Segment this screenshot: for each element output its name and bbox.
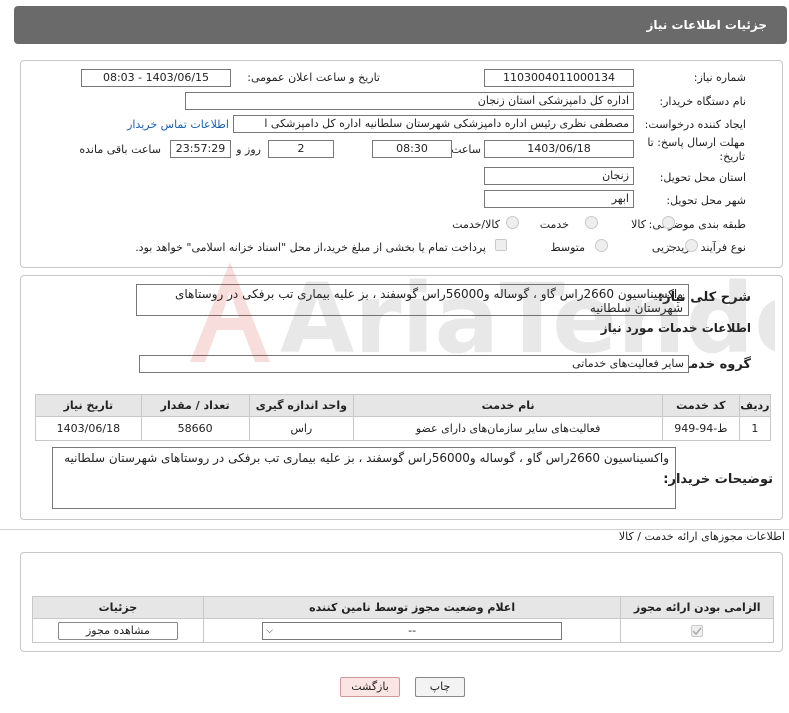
time-label: ساعت <box>451 143 481 156</box>
row-service-name: فعالیت‌های سایر سازمان‌های دارای عضو <box>353 416 663 441</box>
services-table-header: ردیف کد خدمت نام خدمت واحد اندازه گیری ت… <box>35 394 772 417</box>
col-permit-status: اعلام وضعیت مجوز توسط نامین کننده <box>202 596 622 619</box>
deadline-date-field: 1403/06/18 <box>484 140 634 158</box>
category-goods-label: کالا <box>631 218 646 231</box>
summary-textarea[interactable]: واکسیناسیون 2660راس گاو ، گوساله و56000ر… <box>136 284 689 316</box>
col-service-name: نام خدمت <box>353 394 663 417</box>
announce-field: 1403/06/15 - 08:03 <box>81 69 231 87</box>
table-row: -- ⌵ مشاهده مجوز <box>32 618 774 643</box>
col-unit: واحد اندازه گیری <box>248 394 355 417</box>
col-row: ردیف <box>738 394 772 417</box>
process-medium-label: متوسط <box>550 241 585 254</box>
service-group-field: سایر فعالیت‌های خدماتی <box>139 355 689 373</box>
category-goods-service-radio[interactable] <box>506 216 519 229</box>
category-goods-radio[interactable] <box>662 216 675 229</box>
col-permit-required: الزامی بودن ارائه مجوز <box>620 596 774 619</box>
permits-table: الزامی بودن ارائه مجوز اعلام وضعیت مجوز … <box>32 596 774 643</box>
treasury-payment-note: پرداخت تمام یا بخشی از مبلغ خرید،از محل … <box>135 241 486 254</box>
need-number-label: شماره نیاز: <box>693 71 746 84</box>
buyer-notes-textarea[interactable]: واکسیناسیون 2660راس گاو ، گوساله و56000ر… <box>52 447 676 509</box>
buyer-label: نام دستگاه خریدار: <box>659 95 746 108</box>
need-number-field: 1103004011000134 <box>484 69 634 87</box>
creator-field: مصطفی نظری رئیس اداره دامپزشکی شهرستان س… <box>233 115 634 133</box>
process-medium-radio[interactable] <box>595 239 608 252</box>
table-row: 1 ط-94-949 فعالیت‌های سایر سازمان‌های دا… <box>35 416 772 441</box>
permits-heading: اطلاعات مجوزهای ارائه خدمت / کالا <box>618 530 785 543</box>
services-table: ردیف کد خدمت نام خدمت واحد اندازه گیری ت… <box>35 394 772 441</box>
permit-status-select[interactable]: -- ⌵ <box>262 621 563 640</box>
buyer-field: اداره کل دامپزشکی استان زنجان <box>185 92 634 110</box>
treasury-payment-checkbox[interactable] <box>495 239 507 251</box>
creator-label: ایجاد کننده درخواست: <box>644 118 746 131</box>
city-label: شهر محل تحویل: <box>666 194 746 207</box>
province-field: زنجان <box>484 167 634 185</box>
col-service-code: کد خدمت <box>662 394 740 417</box>
page-title: جزئیات اطلاعات نیاز <box>14 6 787 44</box>
back-button[interactable]: بازگشت <box>340 677 400 697</box>
remaining-label: ساعت باقی مانده <box>79 143 161 156</box>
row-unit: راس <box>248 416 355 441</box>
remaining-time-field: 23:57:29 <box>170 140 231 158</box>
permits-table-header: الزامی بودن ارائه مجوز اعلام وضعیت مجوز … <box>32 596 774 619</box>
col-quantity: تعداد / مقدار <box>140 394 250 417</box>
buyer-notes-label: توضیحات خریدار: <box>663 472 773 487</box>
announce-label: تاریخ و ساعت اعلان عمومی: <box>247 71 380 84</box>
days-label: روز و <box>236 143 261 156</box>
services-heading: اطلاعات خدمات مورد نیاز <box>600 321 751 335</box>
print-button[interactable]: چاپ <box>415 677 465 697</box>
row-need-date: 1403/06/18 <box>35 416 142 441</box>
chevron-down-icon: ⌵ <box>266 625 273 636</box>
permit-required-checkbox[interactable] <box>691 625 704 637</box>
category-service-label: خدمت <box>539 218 569 231</box>
category-service-radio[interactable] <box>585 216 598 229</box>
row-index: 1 <box>738 416 772 441</box>
col-permit-details: جزئیات <box>32 596 204 619</box>
category-goods-service-label: کالا/خدمت <box>452 218 500 231</box>
permit-status-value: -- <box>408 623 417 637</box>
view-permit-button[interactable]: مشاهده مجوز <box>57 621 178 640</box>
buyer-contact-link[interactable]: اطلاعات تماس خریدار <box>127 118 229 131</box>
process-partial-radio[interactable] <box>685 239 698 252</box>
col-need-date: تاریخ نیاز <box>35 394 142 417</box>
deadline-label: مهلت ارسال پاسخ: تا تاریخ: <box>647 136 745 163</box>
check-icon <box>692 627 702 636</box>
days-field: 2 <box>268 140 334 158</box>
row-service-code: ط-94-949 <box>662 416 740 441</box>
province-label: استان محل تحویل: <box>659 171 746 184</box>
process-label: نوع فرآیند خرید : <box>668 241 746 254</box>
row-quantity: 58660 <box>140 416 250 441</box>
city-field: ابهر <box>484 190 634 208</box>
deadline-time-field: 08:30 <box>372 140 452 158</box>
process-partial-label: جزیی <box>651 241 677 254</box>
